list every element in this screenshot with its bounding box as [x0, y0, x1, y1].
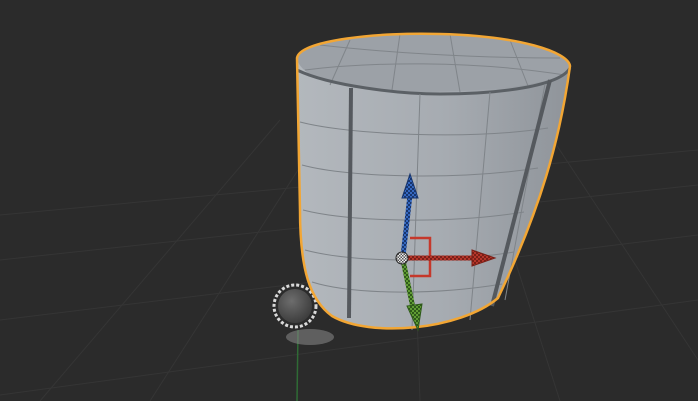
seam-left	[347, 87, 353, 319]
light-icon	[278, 289, 312, 323]
cylinder-mesh[interactable]	[295, 32, 572, 331]
gizmo-pivot[interactable]	[395, 251, 409, 265]
viewport-canvas[interactable]	[0, 0, 698, 401]
3d-viewport[interactable]	[0, 0, 698, 401]
light-shadow	[286, 329, 334, 345]
